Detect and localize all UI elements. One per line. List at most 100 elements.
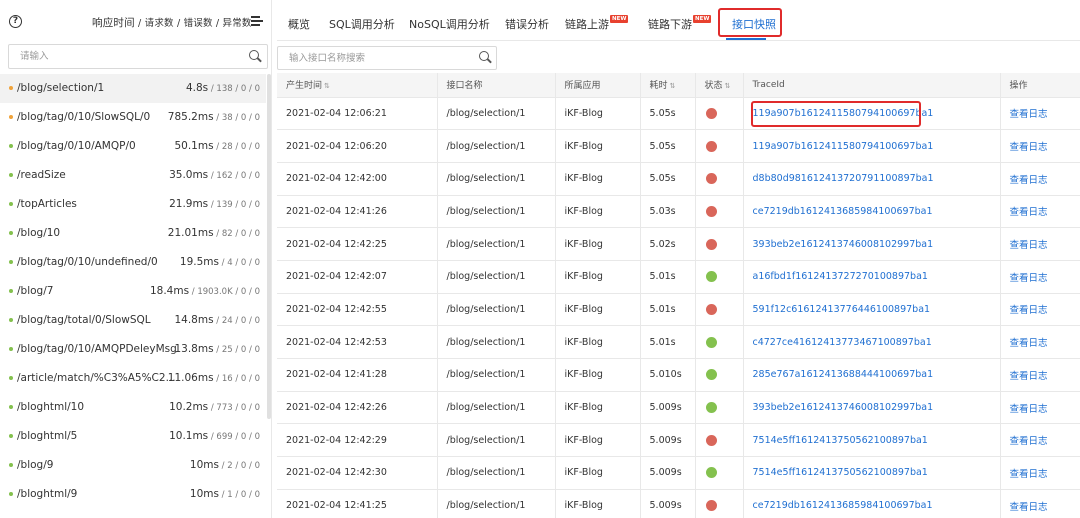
- view-log-link[interactable]: 查看日志: [1010, 404, 1048, 415]
- sort-icon[interactable]: ⇅: [670, 82, 676, 90]
- sort-menu-icon[interactable]: [251, 16, 263, 27]
- traceid-link[interactable]: 119a907b1612411580794100697ba1: [753, 141, 934, 152]
- cell-traceid: 285e767a1612413688444100697ba1: [742, 358, 1000, 392]
- cell-status: [694, 325, 743, 359]
- cell-cost: 5.01s: [639, 260, 695, 294]
- view-log-link[interactable]: 查看日志: [1010, 469, 1048, 480]
- view-log-link[interactable]: 查看日志: [1010, 273, 1048, 284]
- view-log-link[interactable]: 查看日志: [1010, 436, 1048, 447]
- traceid-link[interactable]: 7514e5ff1612413750562100897ba1: [753, 467, 928, 478]
- api-stats: 10.2ms / 773 / 0 / 0: [169, 401, 260, 413]
- list-item[interactable]: /blog/selection/1 4.8s / 138 / 0 / 0: [0, 74, 266, 103]
- tab-overview[interactable]: 概览: [288, 16, 310, 32]
- list-item[interactable]: /article/match/%C3%A5%C2... 11.06ms / 16 …: [0, 364, 266, 393]
- status-dot: [705, 140, 717, 152]
- list-item[interactable]: /blog/tag/0/10/AMQP/0 50.1ms / 28 / 0 / 0: [0, 132, 266, 161]
- view-log-link[interactable]: 查看日志: [1010, 371, 1048, 382]
- tab-downstream[interactable]: 链路下游 NEW: [648, 15, 712, 32]
- table-row: 2021-02-04 12:41:28/blog/selection/1 iKF-…: [277, 358, 1080, 392]
- list-item[interactable]: /bloghtml/10 10.2ms / 773 / 0 / 0: [0, 393, 266, 422]
- view-log-link[interactable]: 查看日志: [1010, 175, 1048, 186]
- view-log-link[interactable]: 查看日志: [1010, 305, 1048, 316]
- traceid-link[interactable]: 393beb2e1612413746008102997ba1: [753, 402, 934, 413]
- traceid-link[interactable]: 393beb2e1612413746008102997ba1: [753, 239, 934, 250]
- traceid-link[interactable]: 591f12c61612413776446100897ba1: [753, 304, 931, 315]
- col-header-status[interactable]: 状态 ⇅: [694, 73, 743, 98]
- cell-app: iKF-Blog: [554, 358, 640, 392]
- list-item[interactable]: /bloghtml/5 10.1ms / 699 / 0 / 0: [0, 422, 266, 451]
- status-dot: [705, 107, 717, 119]
- cell-cost: 5.009s: [639, 423, 695, 458]
- traceid-link[interactable]: ce7219db1612413685984100697ba1: [753, 206, 933, 217]
- traceid-link[interactable]: 7514e5ff1612413750562100897ba1: [753, 435, 928, 446]
- col-header-cost[interactable]: 耗时 ⇅: [639, 73, 695, 98]
- tab-sql-analysis[interactable]: SQL调用分析: [329, 16, 395, 32]
- api-time: 35.0ms: [169, 169, 209, 181]
- list-item[interactable]: /readSize 35.0ms / 162 / 0 / 0: [0, 161, 266, 190]
- api-counts: / 28 / 0 / 0: [213, 142, 260, 152]
- list-item[interactable]: /blog/7 18.4ms / 1903.0K / 0 / 0: [0, 277, 266, 306]
- search-icon[interactable]: [249, 50, 262, 63]
- list-item[interactable]: /blog/9 10ms / 2 / 0 / 0: [0, 451, 266, 480]
- tab-nosql-analysis[interactable]: NoSQL调用分析: [409, 16, 490, 32]
- view-log-link[interactable]: 查看日志: [1010, 207, 1048, 218]
- view-log-link[interactable]: 查看日志: [1010, 240, 1048, 251]
- sort-label-active[interactable]: 响应时间: [92, 17, 135, 29]
- api-stats: 50.1ms / 28 / 0 / 0: [174, 140, 260, 152]
- status-dot: [705, 402, 717, 414]
- sort-icon[interactable]: ⇅: [324, 82, 330, 90]
- view-log-link[interactable]: 查看日志: [1010, 109, 1048, 120]
- list-item[interactable]: /blog/10 21.01ms / 82 / 0 / 0: [0, 219, 266, 248]
- sidebar-search-input[interactable]: [9, 45, 239, 68]
- traceid-link[interactable]: ce7219db1612413685984100697ba1: [753, 500, 933, 511]
- api-time: 21.01ms: [167, 227, 214, 239]
- cell-cost: 5.01s: [639, 293, 695, 327]
- col-header-time[interactable]: 产生时间 ⇅: [277, 73, 437, 98]
- tab-upstream[interactable]: 链路上游 NEW: [565, 15, 629, 32]
- cell-cost: 5.009s: [639, 456, 695, 490]
- api-sidebar: ? 响应时间 / 请求数 / 错误数 / 异常数 /blog/selection…: [0, 0, 272, 518]
- api-time: 19.5ms: [179, 256, 219, 268]
- api-search-input[interactable]: [278, 47, 468, 69]
- sort-icon[interactable]: ⇅: [725, 82, 731, 90]
- traceid-link[interactable]: 285e767a1612413688444100697ba1: [753, 369, 934, 380]
- view-log-link[interactable]: 查看日志: [1010, 338, 1048, 349]
- help-icon[interactable]: ?: [9, 15, 22, 28]
- sort-selector[interactable]: 响应时间 / 请求数 / 错误数 / 异常数: [92, 15, 252, 30]
- cell-api: /blog/selection/1: [436, 195, 555, 229]
- search-icon[interactable]: [479, 51, 492, 64]
- cell-traceid: ce7219db1612413685984100697ba1: [742, 195, 1000, 229]
- col-header-label: 接口名称: [446, 81, 483, 92]
- api-name: /topArticles: [17, 198, 77, 210]
- table-row: 2021-02-04 12:42:25/blog/selection/1 iKF-…: [277, 227, 1080, 261]
- view-log-link[interactable]: 查看日志: [1010, 142, 1048, 153]
- traceid-link[interactable]: a16fbd1f1612413727270100897ba1: [753, 271, 928, 282]
- cell-cost: 5.010s: [639, 358, 695, 392]
- list-item[interactable]: /blog/tag/total/0/SlowSQL 14.8ms / 24 / 0…: [0, 306, 266, 335]
- status-dot: [9, 347, 13, 351]
- view-log-link[interactable]: 查看日志: [1010, 502, 1048, 513]
- api-name: /bloghtml/9: [17, 488, 78, 500]
- api-name: /blog/tag/0/10/SlowSQL/0: [17, 111, 151, 123]
- cell-time: 2021-02-04 12:41:28: [277, 358, 437, 392]
- list-item[interactable]: /blog/tag/0/10/AMQPDeleyMsg/0 13.8ms / 25…: [0, 335, 266, 364]
- api-counts: / 82 / 0 / 0: [213, 229, 260, 239]
- sidebar-search: [8, 44, 268, 69]
- sort-label-options[interactable]: / 请求数 / 错误数 / 异常数: [135, 18, 252, 29]
- list-item[interactable]: /bloghtml/9 10ms / 1 / 0 / 0: [0, 480, 266, 509]
- list-item[interactable]: /blog/tag/0/10/SlowSQL/0 785.2ms / 38 / 0…: [0, 103, 266, 132]
- cell-app: iKF-Blog: [554, 195, 640, 229]
- list-item[interactable]: /topArticles 21.9ms / 139 / 0 / 0: [0, 190, 266, 219]
- tab-label: 链路下游: [648, 18, 692, 31]
- tab-error-analysis[interactable]: 错误分析: [505, 16, 549, 32]
- traceid-link[interactable]: c4727ce41612413773467100897ba1: [753, 337, 932, 348]
- sidebar-scrollbar[interactable]: [267, 74, 271, 419]
- tab-label: 链路上游: [565, 18, 609, 31]
- table-body: 2021-02-04 12:06:21/blog/selection/1 iKF-…: [277, 97, 1080, 518]
- traceid-link[interactable]: d8b80d981612413720791100897ba1: [753, 173, 934, 184]
- cell-time: 2021-02-04 12:42:29: [277, 423, 437, 458]
- cell-action: 查看日志: [999, 293, 1080, 327]
- list-item[interactable]: /blog/tag/0/10/undefined/0 19.5ms / 4 / 0…: [0, 248, 266, 277]
- status-dot: [9, 492, 13, 496]
- api-time: 10.2ms: [169, 401, 209, 413]
